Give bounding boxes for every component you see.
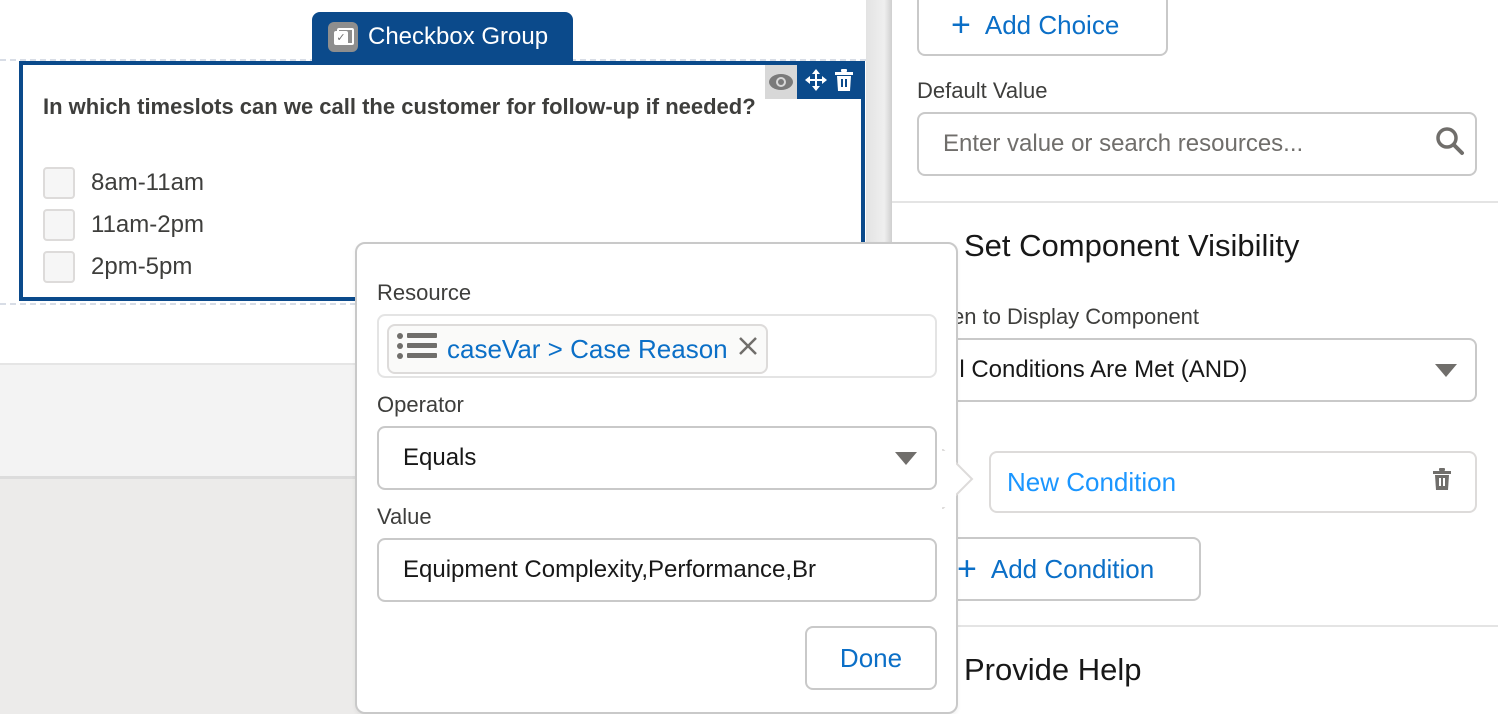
provide-help-title[interactable]: Provide Help <box>964 652 1141 688</box>
component-type-label: Checkbox Group <box>368 23 549 50</box>
operator-select[interactable]: Equals <box>377 426 937 490</box>
condition-label[interactable]: New Condition <box>1007 467 1433 498</box>
default-value-label: Default Value <box>917 78 1048 103</box>
when-display-select[interactable]: ll Conditions Are Met (AND) <box>917 338 1477 402</box>
value-label: Value <box>377 504 432 529</box>
trash-icon[interactable] <box>1433 467 1451 497</box>
move-icon[interactable] <box>805 68 827 96</box>
trash-icon[interactable] <box>835 68 853 96</box>
component-actions <box>765 65 861 99</box>
checkbox[interactable] <box>43 209 75 241</box>
component-type-tab: Checkbox Group <box>312 12 573 62</box>
add-choice-label: Add Choice <box>984 9 1120 40</box>
checkbox-option[interactable]: 11am-2pm <box>43 209 204 241</box>
default-value-input[interactable]: Enter value or search resources... <box>917 112 1477 176</box>
when-display-label: en to Display Component <box>952 304 1200 329</box>
checkbox-label: 11am-2pm <box>91 211 204 238</box>
default-value-placeholder: Enter value or search resources... <box>943 130 1304 157</box>
close-icon[interactable] <box>738 335 758 363</box>
properties-panel: + Add Choice Default Value Enter value o… <box>892 0 1498 714</box>
operator-label: Operator <box>377 392 464 417</box>
add-condition-button[interactable]: + Add Condition <box>917 537 1201 601</box>
done-label: Done <box>839 642 903 673</box>
section-divider <box>892 201 1498 203</box>
chevron-down-icon <box>1435 363 1457 377</box>
checkbox-option[interactable]: 2pm-5pm <box>43 251 192 283</box>
visibility-section-title[interactable]: Set Component Visibility <box>964 228 1299 264</box>
search-icon[interactable] <box>1435 126 1465 163</box>
resource-value: caseVar > Case Reason <box>447 333 728 364</box>
value-input[interactable]: Equipment Complexity,Performance,Br <box>377 538 937 602</box>
resource-pill[interactable]: caseVar > Case Reason <box>387 324 768 374</box>
chevron-down-icon <box>895 451 917 465</box>
value-text: Equipment Complexity,Performance,Br <box>403 556 817 583</box>
checkbox-label: 2pm-5pm <box>91 253 193 280</box>
checkbox-label: 8am-11am <box>91 169 204 196</box>
component-toolbar <box>797 65 861 99</box>
plus-icon: + <box>957 550 977 588</box>
question-label: In which timeslots can we call the custo… <box>43 94 756 119</box>
operator-value: Equals <box>403 444 477 471</box>
plus-icon: + <box>951 6 971 44</box>
checkbox-group-icon <box>328 22 358 52</box>
resource-field[interactable]: caseVar > Case Reason <box>377 314 937 378</box>
picklist-icon <box>397 332 437 367</box>
add-condition-label: Add Condition <box>990 553 1155 584</box>
condition-item[interactable]: New Condition <box>989 451 1477 513</box>
checkbox[interactable] <box>43 167 75 199</box>
add-choice-button[interactable]: + Add Choice <box>917 0 1168 56</box>
panel-resize-divider[interactable] <box>866 0 892 243</box>
when-display-value: ll Conditions Are Met (AND) <box>954 356 1248 383</box>
done-button[interactable]: Done <box>805 626 937 690</box>
checkbox[interactable] <box>43 251 75 283</box>
checkbox-option[interactable]: 8am-11am <box>43 167 204 199</box>
section-divider <box>892 625 1498 627</box>
resource-label: Resource <box>377 280 472 305</box>
popover-arrow <box>942 449 974 509</box>
condition-editor-popover: Resource caseVar > Case Reason Operator … <box>355 242 958 714</box>
